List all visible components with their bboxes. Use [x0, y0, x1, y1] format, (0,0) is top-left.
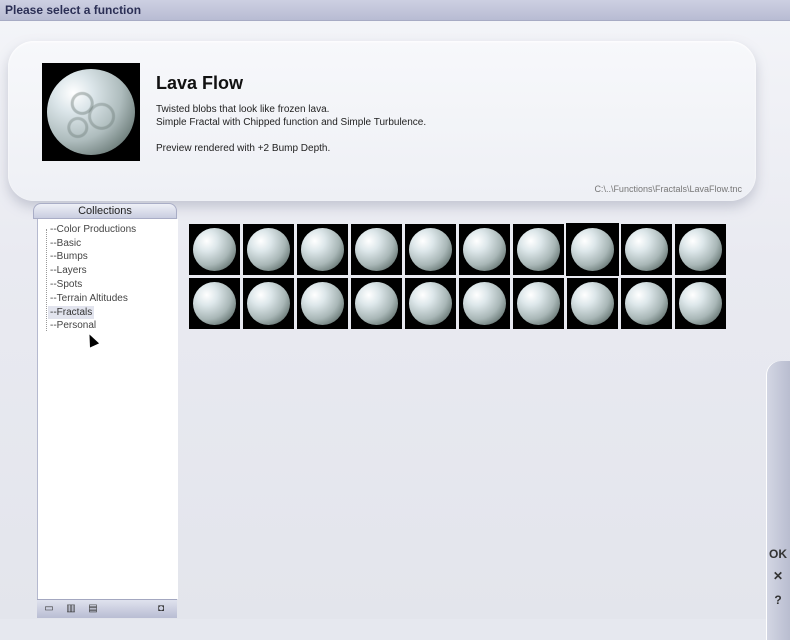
collection-item-bumps[interactable]: --Bumps	[50, 250, 88, 263]
collection-item-basic[interactable]: --Basic	[50, 237, 81, 250]
collection-item-layers[interactable]: --Layers	[50, 264, 87, 277]
sphere-preview-icon	[517, 282, 560, 325]
tree-branch-icon: --	[50, 238, 57, 249]
function-info-panel: Lava Flow Twisted blobs that look like f…	[8, 41, 756, 201]
collections-header: Collections	[33, 203, 177, 219]
function-description: Twisted blobs that look like frozen lava…	[156, 103, 426, 155]
title-bar: Please select a function	[0, 0, 790, 21]
function-thumbnail-grid	[189, 223, 729, 334]
collection-item-label: Bumps	[56, 251, 88, 262]
function-preview	[42, 63, 140, 161]
sphere-preview-icon	[463, 282, 506, 325]
sphere-preview-icon	[193, 282, 236, 325]
tree-branch-icon: --	[50, 279, 57, 290]
sphere-preview-icon	[355, 282, 398, 325]
function-thumbnail[interactable]	[566, 223, 619, 276]
description-line: Preview rendered with +2 Bump Depth.	[156, 143, 331, 154]
sphere-preview-icon	[571, 282, 614, 325]
collection-item-spots[interactable]: --Spots	[50, 278, 82, 291]
new-collection-icon[interactable]: ▭	[43, 603, 55, 614]
function-thumbnail[interactable]	[621, 278, 672, 329]
sphere-preview-icon	[679, 228, 722, 271]
sphere-preview-icon	[301, 228, 344, 271]
sphere-preview-icon	[571, 228, 614, 271]
function-thumbnail[interactable]	[621, 224, 672, 275]
collection-item-label: Terrain Altitudes	[56, 293, 128, 304]
collection-item-personal[interactable]: --Personal	[50, 319, 96, 332]
sphere-preview-icon	[463, 228, 506, 271]
function-thumbnail[interactable]	[513, 224, 564, 275]
function-thumbnail[interactable]	[243, 278, 294, 329]
open-folder-icon[interactable]: ▤	[87, 603, 99, 614]
tree-branch-icon: --	[50, 293, 57, 304]
trash-icon[interactable]: ▥	[65, 603, 77, 614]
function-thumbnail[interactable]	[513, 278, 564, 329]
dialog-body: Lava Flow Twisted blobs that look like f…	[0, 21, 790, 640]
function-thumbnail[interactable]	[567, 278, 618, 329]
function-thumbnail[interactable]	[351, 224, 402, 275]
sphere-preview-icon	[247, 282, 290, 325]
function-thumbnail[interactable]	[675, 224, 726, 275]
function-thumbnail[interactable]	[459, 278, 510, 329]
collection-item-label: Color Productions	[56, 224, 137, 235]
collection-item-label: Basic	[56, 238, 82, 249]
description-line	[156, 129, 426, 142]
function-thumbnail[interactable]	[243, 224, 294, 275]
collection-item-label: Fractals	[56, 307, 93, 318]
collection-item-color-productions[interactable]: --Color Productions	[50, 223, 136, 236]
function-thumbnail[interactable]	[189, 224, 240, 275]
function-thumbnail[interactable]	[297, 278, 348, 329]
description-line: Twisted blobs that look like frozen lava…	[156, 104, 330, 115]
description-line: Simple Fractal with Chipped function and…	[156, 117, 427, 128]
collections-tree: --Color Productions --Basic --Bumps --La…	[37, 219, 178, 599]
window-title: Please select a function	[5, 3, 142, 17]
help-button[interactable]: ?	[766, 591, 790, 609]
sphere-preview-icon	[625, 228, 668, 271]
sphere-preview-icon	[355, 228, 398, 271]
function-thumbnail[interactable]	[405, 278, 456, 329]
function-thumbnail[interactable]	[297, 224, 348, 275]
preview-sphere-image	[47, 69, 135, 155]
function-thumbnail[interactable]	[189, 278, 240, 329]
tree-branch-icon: --	[50, 224, 57, 235]
collections-panel: Collections --Color Productions --Basic …	[33, 203, 178, 618]
collection-item-label: Layers	[56, 265, 87, 276]
sphere-preview-icon	[247, 228, 290, 271]
settings-icon[interactable]: ◘	[155, 603, 167, 614]
tree-branch-icon: --	[50, 265, 57, 276]
tree-connector-line	[46, 229, 47, 331]
cancel-button[interactable]: ✕	[766, 567, 790, 585]
sphere-preview-icon	[625, 282, 668, 325]
sphere-preview-icon	[301, 282, 344, 325]
collection-item-label: Personal	[56, 320, 97, 331]
collection-item-terrain-altitudes[interactable]: --Terrain Altitudes	[50, 292, 128, 305]
collection-item-label: Spots	[56, 279, 83, 290]
collections-toolbar: ▭ ▥ ▤ ◘	[37, 599, 177, 618]
ok-button[interactable]: OK	[766, 545, 790, 563]
function-thumbnail[interactable]	[459, 224, 510, 275]
sphere-preview-icon	[409, 228, 452, 271]
tree-branch-icon: --	[50, 320, 57, 331]
function-name: Lava Flow	[156, 73, 244, 93]
collection-item-fractals[interactable]: --Fractals	[48, 306, 95, 319]
tree-branch-icon: --	[50, 307, 57, 318]
sphere-preview-icon	[679, 282, 722, 325]
sphere-preview-icon	[409, 282, 452, 325]
function-thumbnail[interactable]	[675, 278, 726, 329]
function-thumbnail[interactable]	[351, 278, 402, 329]
sphere-preview-icon	[517, 228, 560, 271]
function-file-path: C:\..\Functions\Fractals\LavaFlow.tnc	[594, 184, 742, 194]
function-thumbnail[interactable]	[405, 224, 456, 275]
tree-branch-icon: --	[50, 251, 57, 262]
sphere-preview-icon	[193, 228, 236, 271]
